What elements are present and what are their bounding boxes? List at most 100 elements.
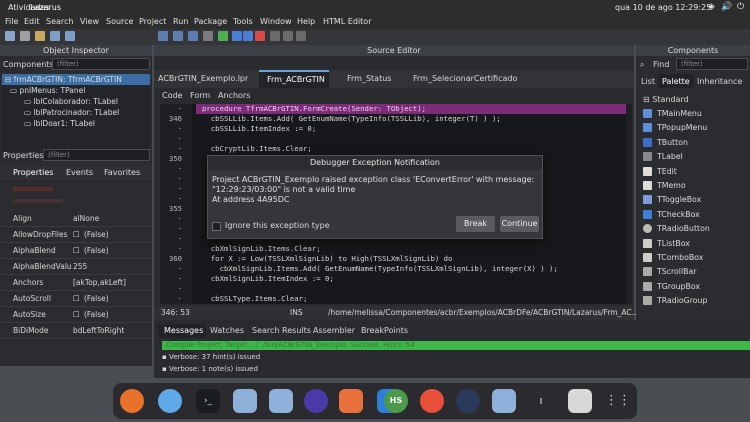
component-item[interactable]: TGroupBox	[643, 280, 700, 294]
tab-anchors[interactable]: Anchors	[218, 91, 250, 100]
components-find-input[interactable]: (filter)	[676, 58, 748, 70]
menu-package[interactable]: Package	[194, 17, 227, 26]
clock[interactable]: qua 10 de ago 12:29:25	[615, 3, 711, 12]
step-out-icon[interactable]	[296, 31, 306, 41]
app-name[interactable]: Lazarus	[30, 3, 61, 12]
menu-file[interactable]: File	[5, 17, 18, 26]
menu-source[interactable]: Source	[106, 17, 133, 26]
tab-favorites[interactable]: Favorites	[104, 168, 140, 177]
tab-palette[interactable]: Palette	[658, 74, 694, 88]
power-icon[interactable]: ⏻	[737, 2, 744, 12]
file-tab[interactable]: ACBrGTIN_Exemplo.lpr	[158, 74, 248, 83]
view-forms-icon[interactable]	[173, 31, 183, 41]
component-item[interactable]: TListBox	[643, 237, 690, 251]
component-item[interactable]: TToggleBox	[643, 193, 701, 207]
code-line[interactable]: cbSSLLib.ItemIndex := 0;	[202, 124, 316, 133]
property-row[interactable]: AutoSize ☐ (False)	[0, 307, 152, 323]
new-file-icon[interactable]	[5, 31, 15, 41]
new-form-icon[interactable]	[20, 31, 30, 41]
group-standard[interactable]: ⊟ Standard	[643, 95, 689, 104]
hs-app-icon[interactable]: HS	[384, 389, 408, 413]
component-item[interactable]: TComboBox	[643, 251, 703, 265]
trash-icon[interactable]	[568, 389, 592, 413]
menu-view[interactable]: View	[80, 17, 99, 26]
component-item[interactable]: TRadioButton	[643, 222, 710, 236]
property-row[interactable]: Align alNone	[0, 211, 152, 227]
property-row[interactable]: BiDiMode bdLeftToRight	[0, 323, 152, 339]
tab-search-results[interactable]: Search Results	[252, 326, 311, 335]
open-icon[interactable]	[35, 31, 45, 41]
component-item[interactable]: TScrollBar	[643, 265, 696, 279]
app-moon-icon[interactable]	[304, 389, 328, 413]
step-over-icon[interactable]	[283, 31, 293, 41]
tab-properties[interactable]: Properties	[13, 168, 53, 177]
lazarus-alt-icon[interactable]	[269, 389, 293, 413]
compile-success-line[interactable]: Compile Project, Target: ../../bin/ACBrG…	[162, 341, 750, 350]
menu-window[interactable]: Window	[260, 17, 292, 26]
component-item[interactable]: TCheckBox	[643, 208, 700, 222]
component-item[interactable]: TPopupMenu	[643, 121, 707, 135]
property-row[interactable]: AlphaBlendValu 255	[0, 259, 152, 275]
message-line[interactable]: ▪ Verbose: 1 note(s) issued	[162, 365, 258, 373]
menu-tools[interactable]: Tools	[233, 17, 253, 26]
file-tab-active[interactable]: Frm_ACBrGTIN	[259, 70, 329, 88]
component-item[interactable]: TRadioGroup	[643, 294, 707, 308]
file-tab[interactable]: Frm_SelecionarCertificado	[413, 74, 517, 83]
code-line[interactable]: cbXmlSignLib.ItemIndex := 0;	[202, 274, 334, 283]
code-line[interactable]: cbCryptLib.Items.Clear;	[202, 144, 312, 153]
tree-item-form[interactable]: ⊟ frmACBrGTIN: TfrmACBrGTIN	[2, 74, 150, 85]
property-row[interactable]: AllowDropFiles ☐ (False)	[0, 227, 152, 243]
toggle-form-icon[interactable]	[188, 31, 198, 41]
property-row[interactable]: AutoScroll ☐ (False)	[0, 291, 152, 307]
tab-code[interactable]: Code	[162, 91, 182, 100]
editor-scrollbar[interactable]	[626, 104, 632, 304]
build-mode-icon[interactable]	[203, 31, 213, 41]
tab-list[interactable]: List	[641, 77, 655, 86]
code-line[interactable]: cbXmlSignLib.Items.Clear;	[202, 244, 321, 253]
menu-run[interactable]: Run	[173, 17, 188, 26]
menu-help[interactable]: Help	[297, 17, 315, 26]
continue-button[interactable]: Continue	[500, 216, 539, 232]
menu-edit[interactable]: Edit	[24, 17, 40, 26]
code-line[interactable]: for X := Low(TSSLXmlSignLib) to High(TSS…	[202, 254, 453, 263]
run-icon[interactable]	[218, 31, 228, 41]
property-row[interactable]: Anchors [akTop,akLeft]	[0, 275, 152, 291]
save-all-icon[interactable]	[65, 31, 75, 41]
step-into-icon[interactable]	[270, 31, 280, 41]
code-line[interactable]: cbSSLLib.Items.Add( GetEnumName(TypeInfo…	[202, 114, 501, 123]
network-icon[interactable]: ◈	[708, 2, 715, 12]
tree-item-label[interactable]: ▭ lblDoar1: TLabel	[24, 118, 95, 129]
step-icon[interactable]	[232, 31, 242, 41]
stop-icon[interactable]	[255, 31, 265, 41]
lazarus-running-icon[interactable]	[492, 389, 516, 413]
volume-icon[interactable]: 🔊	[721, 2, 732, 12]
tree-item-label[interactable]: ▭ lblPatrocinador: TLabel	[24, 107, 119, 118]
lazarus-icon[interactable]	[233, 389, 257, 413]
message-line[interactable]: ▪ Verbose: 37 hint(s) issued	[162, 353, 260, 361]
component-item[interactable]: TMainMenu	[643, 107, 702, 121]
menu-project[interactable]: Project	[139, 17, 166, 26]
menu-search[interactable]: Search	[46, 17, 73, 26]
save-icon[interactable]	[50, 31, 60, 41]
properties-filter-input[interactable]: (filter)	[43, 149, 150, 161]
tree-item-panel[interactable]: ▭ pnlMenus: TPanel	[10, 85, 85, 96]
editor-app-icon[interactable]	[420, 389, 444, 413]
ignore-checkbox[interactable]	[212, 222, 221, 231]
components-filter-input[interactable]: (filter)	[52, 58, 150, 70]
menu-html-editor[interactable]: HTML Editor	[323, 17, 371, 26]
tab-inheritance[interactable]: Inheritance	[697, 77, 742, 86]
finder-icon[interactable]	[158, 389, 182, 413]
component-item[interactable]: TMemo	[643, 179, 686, 193]
tab-assembler[interactable]: Assembler	[313, 326, 355, 335]
break-button[interactable]: Break	[456, 216, 495, 232]
tab-messages[interactable]: Messages	[158, 324, 206, 338]
code-line[interactable]: cbSSLType.Items.Clear;	[202, 294, 308, 303]
view-units-icon[interactable]	[158, 31, 168, 41]
component-item[interactable]: TEdit	[643, 165, 677, 179]
tab-watches[interactable]: Watches	[210, 326, 244, 335]
firefox-icon[interactable]	[120, 389, 144, 413]
terminal-icon[interactable]: ›_	[196, 389, 220, 413]
code-line[interactable]: cbXmlSignLib.Items.Add( GetEnumName(Type…	[202, 264, 558, 273]
tab-form[interactable]: Form	[190, 91, 210, 100]
property-row[interactable]: AlphaBlend ☐ (False)	[0, 243, 152, 259]
